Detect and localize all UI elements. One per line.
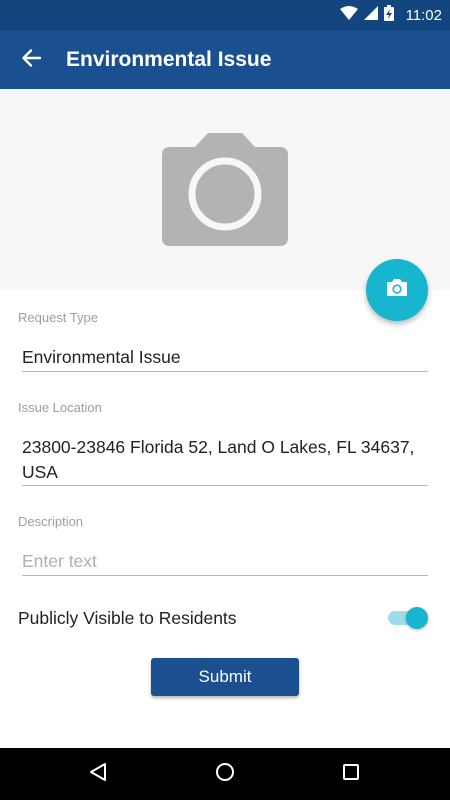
request-type-label: Request Type bbox=[18, 310, 98, 325]
nav-back-button[interactable] bbox=[82, 758, 114, 790]
status-bar: 11:02 bbox=[0, 0, 450, 30]
wifi-icon bbox=[339, 5, 358, 25]
back-button[interactable] bbox=[14, 43, 48, 77]
cell-signal-icon bbox=[363, 5, 378, 25]
issue-location-underline bbox=[22, 485, 428, 486]
status-time: 11:02 bbox=[405, 6, 442, 24]
public-visibility-toggle[interactable] bbox=[386, 604, 430, 632]
app-bar: Environmental Issue bbox=[0, 30, 450, 89]
nav-home-button[interactable] bbox=[209, 758, 241, 790]
submit-button[interactable]: Submit bbox=[151, 658, 299, 696]
request-type-underline bbox=[22, 371, 428, 372]
back-triangle-icon bbox=[88, 762, 108, 787]
page-title: Environmental Issue bbox=[66, 48, 272, 71]
arrow-left-icon bbox=[21, 48, 42, 72]
issue-location-field[interactable]: 23800-23846 Florida 52, Land O Lakes, FL… bbox=[22, 435, 422, 485]
request-type-field[interactable]: Environmental Issue bbox=[22, 345, 422, 370]
battery-charging-icon bbox=[383, 4, 394, 26]
toggle-thumb bbox=[406, 607, 428, 629]
description-underline bbox=[22, 575, 428, 576]
issue-location-label: Issue Location bbox=[18, 400, 102, 415]
system-nav-bar bbox=[0, 748, 450, 800]
public-visibility-label: Publicly Visible to Residents bbox=[18, 608, 237, 628]
camera-icon bbox=[387, 279, 407, 301]
photo-area[interactable] bbox=[0, 89, 450, 290]
recents-square-icon bbox=[342, 763, 360, 786]
nav-recents-button[interactable] bbox=[335, 758, 367, 790]
description-input[interactable]: Enter text bbox=[22, 549, 422, 574]
camera-icon bbox=[162, 133, 288, 246]
description-label: Description bbox=[18, 514, 84, 529]
home-circle-icon bbox=[215, 762, 235, 787]
status-icons: 11:02 bbox=[339, 0, 442, 30]
add-photo-button[interactable] bbox=[366, 259, 428, 321]
